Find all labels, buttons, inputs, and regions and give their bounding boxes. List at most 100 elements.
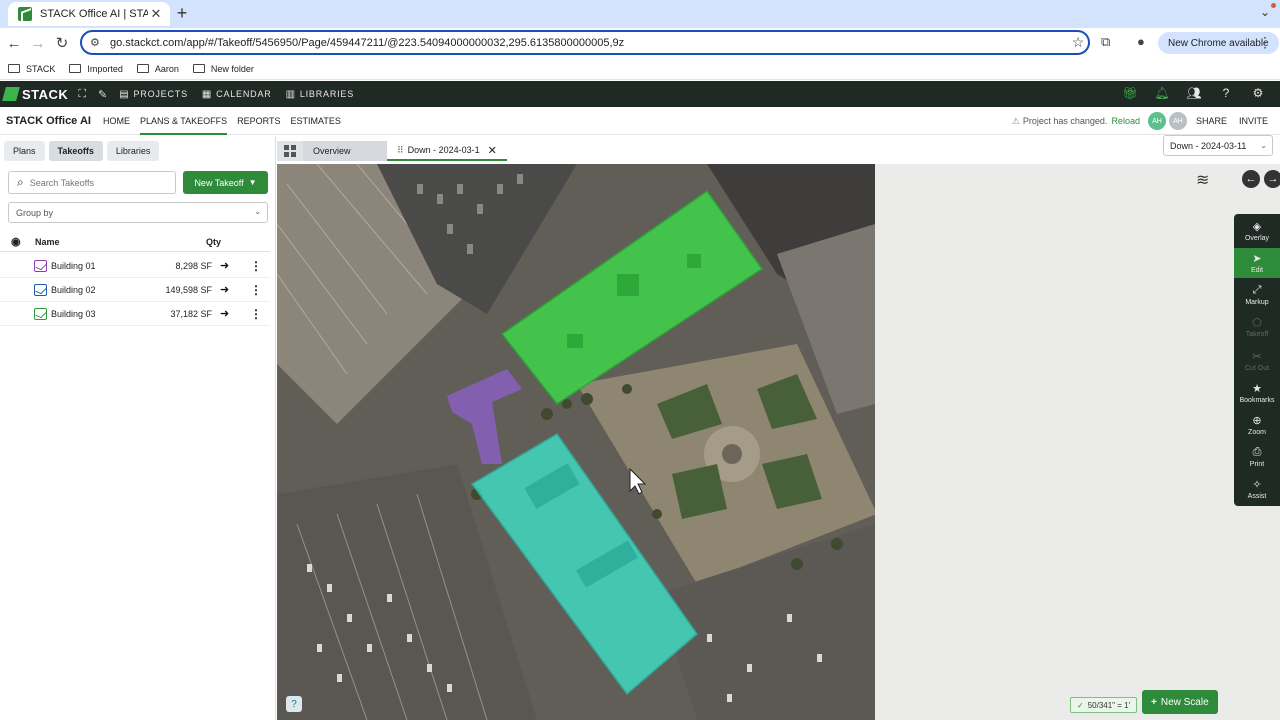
tool-edit[interactable]: ➤ Edit [1234, 248, 1280, 278]
bookmark-stack[interactable]: STACK [8, 64, 55, 74]
notification-dot-icon [1271, 3, 1276, 8]
site-info-icon[interactable]: ⚙ [90, 36, 104, 49]
bookmark-imported[interactable]: Imported [69, 64, 123, 74]
nav-label: CALENDAR [216, 89, 272, 99]
bookmark-aaron[interactable]: Aaron [136, 63, 179, 74]
reload-icon[interactable]: ↻ [50, 34, 74, 52]
layers-icon[interactable]: ≋ [1196, 170, 1218, 192]
tab-libraries[interactable]: Libraries [106, 141, 160, 161]
plus-icon: + [1151, 696, 1157, 708]
tool-overlay[interactable]: ◈ Overlay [1234, 216, 1280, 246]
chrome-menu-icon[interactable]: ⋮ [1258, 34, 1272, 51]
avatar[interactable]: AH [1168, 112, 1187, 130]
tool-label: Overlay [1244, 235, 1270, 242]
more-options-icon[interactable]: ⋮ [250, 259, 262, 273]
tool-label: Assist [1247, 493, 1267, 500]
back-icon[interactable]: ← [2, 35, 26, 52]
takeoff-name: Building 03 [51, 308, 96, 319]
tool-print[interactable]: ⎙ Print [1234, 442, 1280, 472]
tool-assist[interactable]: ✧ Assist [1234, 474, 1280, 504]
next-page-icon[interactable]: → [1264, 170, 1280, 188]
group-by-select[interactable]: Group by ⌄ [8, 202, 268, 223]
avatar[interactable]: AH [1147, 112, 1166, 130]
subnav-home[interactable]: HOME [103, 107, 130, 135]
takeoff-name: Building 02 [51, 284, 96, 295]
overlay-icon: ◈ [1252, 221, 1262, 233]
help-icon[interactable]: ? [286, 696, 302, 712]
tab-plans[interactable]: Plans [4, 141, 45, 161]
tab-takeoffs[interactable]: Takeoffs [48, 141, 103, 161]
new-tab-icon[interactable]: + [174, 4, 190, 22]
tool-takeoff[interactable]: ⬠ Takeoff [1234, 312, 1280, 342]
tool-zoom[interactable]: ⊕ Zoom [1234, 410, 1280, 440]
forward-icon[interactable]: → [26, 35, 50, 52]
plan-canvas[interactable] [277, 164, 1280, 720]
takeoff-row[interactable]: Building 03 37,182 SF ➜ ⋮ [0, 302, 270, 326]
search-icon: ⌕ [17, 175, 24, 189]
arrow-right-icon[interactable]: ➜ [220, 283, 229, 296]
takeoff-row[interactable]: Building 02 149,598 SF ➜ ⋮ [0, 278, 270, 302]
scale-badge[interactable]: ✓ 50/341" = 1' [1070, 697, 1138, 713]
scale-value: 50/341" = 1' [1087, 700, 1131, 710]
tool-cut-out[interactable]: ✂ Cut Out [1234, 346, 1280, 376]
markup-icon: ⤢ [1252, 284, 1262, 296]
gift-icon[interactable]: 🎁︎ [1114, 86, 1146, 100]
tab-search-chevron-icon[interactable]: ⌄ [1260, 5, 1270, 19]
new-scale-button[interactable]: + New Scale [1142, 690, 1218, 714]
grid-view-icon[interactable] [277, 141, 303, 161]
drag-handle-icon: ⠿ [397, 144, 404, 155]
bookmark-new-folder[interactable]: New folder [192, 64, 254, 74]
takeoff-row[interactable]: Building 01 8,298 SF ➜ ⋮ [0, 254, 270, 278]
fullscreen-icon[interactable]: ⛶ [78, 88, 86, 101]
invite-button[interactable]: INVITE [1239, 116, 1268, 126]
viewer-side-toolbar: ◈ Overlay ➤ Edit ⤢ Markup ⬠ Takeoff ✂ Cut Out… [1234, 214, 1280, 506]
nav-libraries[interactable]: ▥ LIBRARIES [286, 89, 354, 100]
search-takeoffs[interactable]: ⌕ [8, 171, 176, 194]
bookmark-star-icon[interactable]: ☆ [1068, 34, 1088, 51]
users-icon[interactable]: 👥︎ [1178, 86, 1210, 100]
url-text[interactable]: go.stackct.com/app/#/Takeoff/5456950/Pag… [110, 37, 1068, 49]
close-icon[interactable]: ✕ [488, 144, 497, 157]
search-input[interactable] [29, 177, 150, 188]
subnav-plans-takeoffs[interactable]: PLANS & TAKEOFFS [139, 107, 228, 135]
stack-logo[interactable]: STACK [2, 87, 68, 102]
bookmark-label: Aaron [154, 63, 179, 74]
arrow-right-icon[interactable]: ➜ [220, 307, 229, 320]
tool-markup[interactable]: ⤢ Markup [1234, 280, 1280, 310]
page-select[interactable]: Down - 2024-03-11 ⌄ [1163, 135, 1273, 156]
tab-label: Overview [313, 146, 351, 156]
projects-icon: ▤ [119, 88, 130, 100]
address-bar[interactable]: ⚙ go.stackct.com/app/#/Takeoff/5456950/P… [80, 30, 1090, 55]
tab-label: Down - 2024-03-1 [407, 145, 480, 155]
takeoff-qty: 149,598 SF [165, 284, 212, 295]
aerial-plan-image[interactable] [277, 164, 875, 720]
nav-projects[interactable]: ▤ PROJECTS [119, 89, 188, 100]
browser-tab[interactable]: STACK Office AI | STACK ✕ [8, 2, 170, 26]
new-takeoff-label: New Takeoff [194, 177, 244, 188]
account-settings-icon[interactable]: ⚙ [1242, 86, 1274, 100]
tool-bookmarks[interactable]: ★ Bookmarks [1234, 378, 1280, 408]
eye-icon[interactable]: ◉ [11, 235, 35, 248]
stack-favicon-icon [18, 7, 32, 21]
reload-link[interactable]: Reload [1111, 116, 1140, 126]
tool-label: Markup [1245, 299, 1269, 306]
previous-page-icon[interactable]: ← [1242, 170, 1260, 188]
share-button[interactable]: SHARE [1196, 116, 1227, 126]
arrow-right-icon[interactable]: ➜ [220, 259, 229, 272]
tab-overview[interactable]: Overview [303, 141, 387, 161]
more-options-icon[interactable]: ⋮ [250, 307, 262, 321]
close-tab-icon[interactable]: ✕ [148, 6, 164, 22]
profile-icon[interactable]: ● [1137, 34, 1145, 49]
help-icon[interactable]: ? [1210, 86, 1242, 100]
new-takeoff-button[interactable]: New Takeoff ▼ [183, 171, 268, 194]
extensions-icon[interactable]: ⧉ [1101, 34, 1110, 50]
tab-page[interactable]: ⠿ Down - 2024-03-1 ✕ [387, 141, 507, 161]
subnav-estimates[interactable]: ESTIMATES [291, 107, 341, 135]
folder-icon [136, 64, 149, 73]
more-options-icon[interactable]: ⋮ [250, 283, 262, 297]
bell-icon[interactable]: 🔔︎ [1146, 86, 1178, 100]
subnav-reports[interactable]: REPORTS [237, 107, 280, 135]
takeoff-qty: 37,182 SF [170, 308, 212, 319]
edit-note-icon[interactable]: ✎ [98, 88, 107, 101]
nav-calendar[interactable]: ▦ CALENDAR [202, 89, 272, 100]
